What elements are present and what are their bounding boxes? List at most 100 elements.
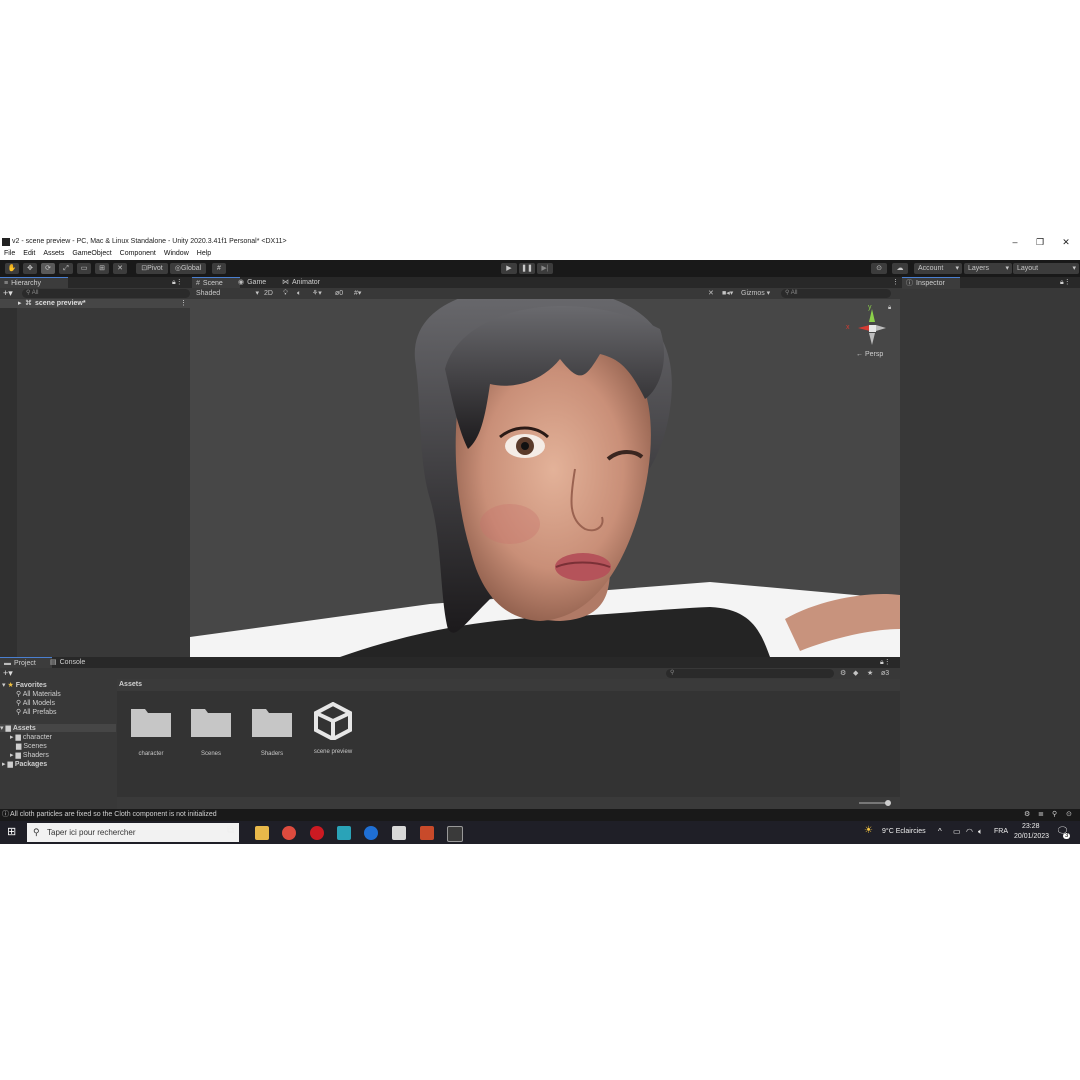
restore-button[interactable]: ❐ — [1029, 236, 1051, 248]
orientation-gizmo[interactable]: y x ← Persp — [842, 304, 892, 358]
tab-animator[interactable]: ⋈ Animator — [278, 277, 324, 288]
clock-date[interactable]: 20/01/2023 — [1014, 833, 1049, 840]
menu-edit[interactable]: Edit — [23, 248, 35, 260]
hand-tool-icon[interactable]: ✋ — [5, 263, 19, 274]
unity-hub-icon[interactable] — [392, 826, 406, 840]
grid-toggle-icon[interactable]: #▾ — [354, 288, 361, 299]
tree-all-models[interactable]: ⚲ All Models — [16, 699, 55, 707]
asset-item[interactable]: Scenes — [181, 705, 241, 757]
progress-icon[interactable]: ≣ — [1038, 809, 1044, 821]
persp-label[interactable]: ← Persp — [856, 351, 883, 358]
pivot-toggle[interactable]: ⊡Pivot — [136, 263, 168, 274]
menu-file[interactable]: File — [4, 248, 15, 260]
unity-editor-icon[interactable] — [447, 826, 463, 842]
tab-inspector[interactable]: ⓘ Inspector — [902, 277, 960, 289]
expand-arrow-icon[interactable]: ▸ — [18, 299, 22, 308]
close-button[interactable]: ✕ — [1055, 236, 1077, 248]
menu-help[interactable]: Help — [197, 248, 211, 260]
hidden-packages-icon[interactable]: ø3 — [881, 668, 889, 679]
menu-gameobject[interactable]: GameObject — [72, 248, 111, 260]
cache-icon[interactable]: ⚲ — [1052, 809, 1057, 821]
tree-shaders[interactable]: ▸ ▆ Shaders — [10, 751, 49, 759]
asset-item[interactable]: character — [121, 705, 181, 757]
windows-start-icon[interactable]: ⊞ — [7, 825, 16, 838]
custom-tool-icon[interactable]: ✕ — [113, 263, 127, 274]
shading-dropdown[interactable]: Shaded — [192, 289, 262, 298]
chrome-icon[interactable] — [282, 826, 296, 840]
tree-scenes[interactable]: ▆ Scenes — [16, 742, 47, 750]
account-dropdown[interactable]: Account — [914, 263, 962, 274]
layout-dropdown[interactable]: Layout — [1013, 263, 1079, 274]
add-object-icon[interactable]: +▾ — [3, 288, 13, 299]
asset-item[interactable]: Shaders — [242, 705, 302, 757]
filter-label-icon[interactable]: ◆ — [853, 668, 858, 679]
audio-icon[interactable]: 🔈︎ — [297, 288, 301, 299]
gizmo-lock-icon[interactable]: 🔒︎ — [888, 305, 891, 312]
chevron-up-icon[interactable]: ^ — [938, 827, 942, 836]
opera-icon[interactable] — [310, 826, 324, 840]
file-explorer-icon[interactable] — [255, 826, 269, 840]
transform-tool-icon[interactable]: ⊞ — [95, 263, 109, 274]
step-button[interactable]: ▶| — [537, 263, 553, 274]
project-search-input[interactable]: ⚲ — [666, 669, 834, 678]
zoom-slider-handle[interactable] — [885, 800, 891, 806]
weather-text[interactable]: 9°C Eclaircies — [882, 828, 926, 835]
tools-icon[interactable]: ✕ — [708, 288, 714, 299]
clock-time[interactable]: 23:28 — [1022, 823, 1040, 830]
hierarchy-search-input[interactable]: ⚲ All — [22, 289, 190, 298]
hierarchy-item-scene[interactable]: ▸ ⌘ scene preview* ⋮ — [0, 299, 190, 308]
favorite-star-icon[interactable]: ★ — [867, 668, 873, 679]
play-button[interactable]: ▶ — [501, 263, 517, 274]
project-lock-icon[interactable]: 🔒︎⋮ — [876, 657, 895, 668]
tab-game[interactable]: ◉ Game — [234, 277, 270, 288]
hidden-objects-icon[interactable]: ø0 — [335, 288, 343, 299]
scene-search-input[interactable]: ⚲ All — [781, 289, 891, 298]
language-indicator[interactable]: FRA — [994, 828, 1008, 835]
minimize-button[interactable]: – — [1004, 236, 1026, 248]
winrar-icon[interactable] — [420, 826, 434, 840]
mode-2d-toggle[interactable]: 2D — [264, 288, 273, 299]
cloud-icon[interactable]: ☁ — [892, 263, 908, 274]
menu-assets[interactable]: Assets — [43, 248, 64, 260]
inspector-lock-icon[interactable]: 🔒︎⋮ — [1056, 277, 1075, 288]
volume-icon[interactable]: 🔈︎ — [978, 827, 983, 837]
gizmos-dropdown[interactable]: Gizmos ▾ — [741, 288, 770, 299]
tree-favorites[interactable]: ▾ ★ Favorites — [2, 681, 47, 689]
collab-icon[interactable]: ⊙ — [871, 263, 887, 274]
layers-dropdown[interactable]: Layers — [964, 263, 1012, 274]
rect-tool-icon[interactable]: ▭ — [77, 263, 91, 274]
wifi-icon[interactable]: ◠ — [966, 827, 973, 836]
asset-item[interactable]: scene preview — [303, 701, 363, 755]
scene-viewport[interactable]: y x ← Persp 🔒︎ — [190, 299, 900, 657]
tree-all-materials[interactable]: ⚲ All Materials — [16, 690, 61, 698]
debug-icon[interactable]: ⚙ — [1024, 809, 1030, 821]
tree-all-prefabs[interactable]: ⚲ All Prefabs — [16, 708, 57, 716]
tree-packages[interactable]: ▸ ▆ Packages — [2, 760, 47, 768]
task-view-icon[interactable]: ⧉ — [227, 825, 234, 836]
taskbar-search-input[interactable]: ⚲ Taper ici pour rechercher — [27, 823, 239, 842]
create-asset-icon[interactable]: +▾ — [3, 668, 13, 679]
settings-icon[interactable]: ⊙ — [1066, 809, 1072, 821]
camera-icon[interactable]: ■◂▾ — [722, 288, 733, 299]
menu-window[interactable]: Window — [164, 248, 189, 260]
app-c-icon[interactable] — [364, 826, 378, 840]
app-m-icon[interactable] — [337, 826, 351, 840]
assets-breadcrumb[interactable]: Assets — [117, 679, 900, 691]
rotate-tool-icon[interactable]: ⟳ — [41, 263, 55, 274]
grid-snap-icon[interactable]: # — [212, 263, 226, 274]
scale-tool-icon[interactable]: ⤢ — [59, 263, 73, 274]
battery-icon[interactable]: ▭ — [953, 827, 961, 836]
global-toggle[interactable]: ◎Global — [170, 263, 206, 274]
effects-icon[interactable]: ⚘▾ — [312, 288, 322, 299]
menu-component[interactable]: Component — [120, 248, 156, 260]
lock-icon[interactable]: 🔒︎⋮ — [168, 277, 187, 288]
more-icon[interactable]: ⋮ — [180, 299, 187, 308]
status-message[interactable]: All cloth particles are fixed so the Clo… — [10, 809, 217, 821]
tab-console[interactable]: ▤ Console — [46, 657, 89, 668]
lighting-icon[interactable]: 💡︎ — [283, 288, 288, 299]
tree-assets[interactable]: ▾ ▆ Assets — [0, 724, 116, 732]
pause-button[interactable]: ❚❚ — [519, 263, 535, 274]
filter-type-icon[interactable]: ⚙ — [840, 668, 846, 679]
move-tool-icon[interactable]: ✥ — [23, 263, 37, 274]
tree-character[interactable]: ▸ ▆ character — [10, 733, 52, 741]
